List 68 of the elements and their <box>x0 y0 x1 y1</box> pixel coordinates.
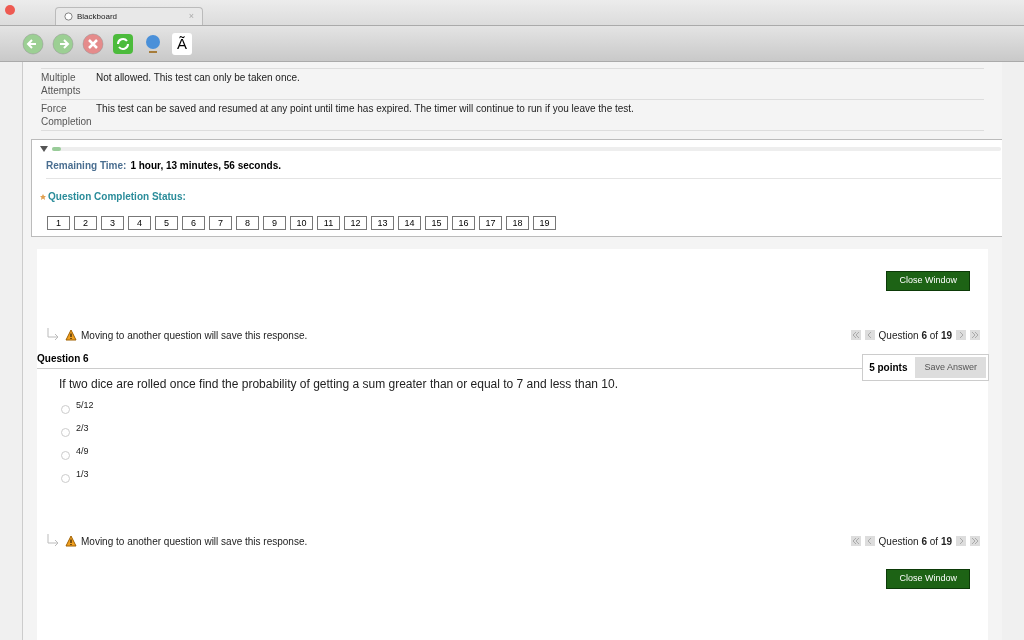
answer-option: 4/9 <box>76 445 89 459</box>
globe-icon <box>64 12 73 21</box>
radio-button[interactable] <box>61 405 70 414</box>
collapse-triangle-icon[interactable] <box>40 146 48 152</box>
question-number-button[interactable]: 17 <box>479 216 502 230</box>
browser-tab[interactable]: Blackboard × <box>55 7 203 25</box>
warning-icon <box>65 329 77 341</box>
stop-icon[interactable] <box>82 32 104 55</box>
question-pager: Question 6 of 19 <box>878 328 952 343</box>
setting-value: Not allowed. This test can only be taken once. <box>96 71 300 85</box>
answer-option: 2/3 <box>76 422 89 436</box>
notice-text: Moving to another question will save this response. <box>81 534 308 549</box>
answer-option: 5/12 <box>76 399 94 413</box>
close-window-button[interactable]: Close Window <box>886 569 970 589</box>
setting-value: This test can be saved and resumed at any point until time has expired. The timer will continue to run if you leave the test. <box>96 102 634 116</box>
remaining-time-value: 1 hour, 13 minutes, 56 seconds. <box>130 159 281 173</box>
points-text: 5 points <box>868 361 909 375</box>
setting-label: Force Completion <box>41 102 93 128</box>
completion-status-title: Question Completion Status: <box>48 190 186 204</box>
reload-icon[interactable] <box>112 32 134 55</box>
question-number-button[interactable]: 19 <box>533 216 556 230</box>
return-arrow-icon <box>45 327 61 343</box>
warning-icon <box>65 535 77 547</box>
radio-button[interactable] <box>61 474 70 483</box>
answer-option: 1/3 <box>76 468 89 482</box>
question-number-button[interactable]: 13 <box>371 216 394 230</box>
question-title: Question 6 <box>37 351 863 369</box>
question-number-button[interactable]: 4 <box>128 216 151 230</box>
last-page-button[interactable] <box>970 536 980 546</box>
question-number-button[interactable]: 14 <box>398 216 421 230</box>
question-number-button[interactable]: 5 <box>155 216 178 230</box>
radio-button[interactable] <box>61 451 70 460</box>
question-number-button[interactable]: 6 <box>182 216 205 230</box>
question-number-button[interactable]: 18 <box>506 216 529 230</box>
double-chevron-icon <box>850 330 861 340</box>
question-number-button[interactable]: 7 <box>209 216 232 230</box>
double-chevron-icon <box>970 536 980 546</box>
notice-text: Moving to another question will save this response. <box>81 328 308 343</box>
remaining-time-label: Remaining Time: <box>46 159 127 173</box>
question-number-button[interactable]: 1 <box>47 216 70 230</box>
question-number-button[interactable]: 15 <box>425 216 448 230</box>
question-number-button[interactable]: 9 <box>263 216 286 230</box>
previous-page-button[interactable] <box>864 330 875 340</box>
question-number-button[interactable]: 3 <box>101 216 124 230</box>
star-icon <box>40 193 46 200</box>
question-number-button[interactable]: 8 <box>236 216 259 230</box>
next-page-button[interactable] <box>956 536 966 546</box>
first-page-button[interactable] <box>850 536 861 546</box>
font-button[interactable]: Ã <box>172 32 192 55</box>
radio-button[interactable] <box>61 428 70 437</box>
previous-page-button[interactable] <box>864 536 875 546</box>
question-number-button[interactable]: 16 <box>452 216 475 230</box>
tab-title: Blackboard <box>77 10 119 23</box>
first-page-button[interactable] <box>850 330 861 340</box>
next-page-button[interactable] <box>956 330 966 340</box>
last-page-button[interactable] <box>970 330 980 340</box>
question-text: If two dice are rolled once find the probability of getting a sum greater than or equal to 7 and less than 10. <box>59 376 619 393</box>
question-number-button[interactable]: 12 <box>344 216 367 230</box>
question-number-button[interactable]: 11 <box>317 216 340 230</box>
double-chevron-icon <box>850 536 861 546</box>
question-pager: Question 6 of 19 <box>878 534 952 549</box>
question-number-button[interactable]: 2 <box>74 216 97 230</box>
question-number-button[interactable]: 10 <box>290 216 313 230</box>
save-answer-button[interactable]: Save Answer <box>915 357 986 378</box>
return-arrow-icon <box>45 533 61 549</box>
close-window-button[interactable]: Close Window <box>886 271 970 291</box>
double-chevron-icon <box>970 330 980 340</box>
setting-label: Multiple Attempts <box>41 71 82 97</box>
